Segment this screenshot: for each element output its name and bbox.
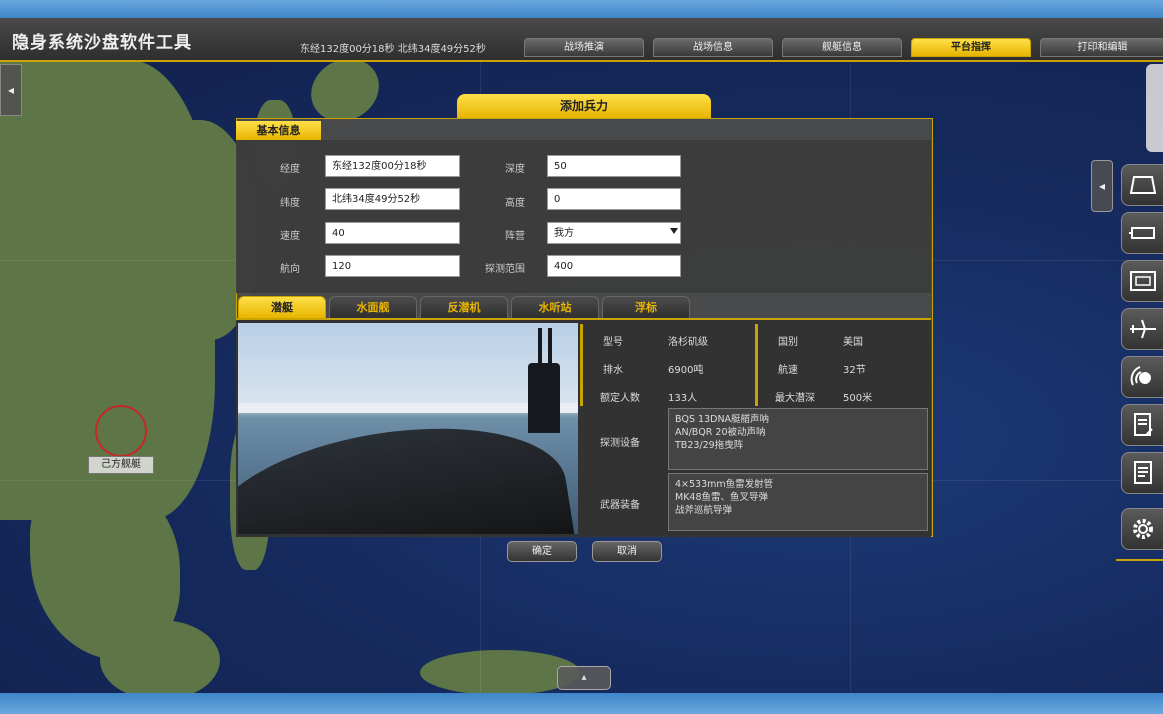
left-panel-toggle[interactable]: ◂ bbox=[0, 64, 22, 116]
right-toolbar-toggle[interactable]: ◂ bbox=[1091, 160, 1113, 212]
lon-input[interactable]: 东经132度00分18秒 bbox=[325, 155, 460, 177]
report-edit-icon bbox=[1134, 413, 1153, 436]
max-speed-value: 32节 bbox=[843, 365, 866, 376]
top-tab-battle-sim[interactable]: 战场推演 bbox=[524, 38, 644, 57]
max-depth-label: 最大潜深 bbox=[775, 393, 815, 404]
tab-buoy[interactable]: 浮标 bbox=[602, 296, 690, 319]
side-select-value: 我方 bbox=[554, 228, 574, 239]
cancel-button[interactable]: 取消 bbox=[592, 541, 662, 562]
sonar-line: BQS 13DNA艇艏声呐 bbox=[675, 414, 770, 425]
sensor-range-label: 探测范围 bbox=[485, 264, 525, 275]
top-tab-platform-command[interactable]: 平台指挥 bbox=[911, 38, 1031, 57]
max-depth-value: 500米 bbox=[843, 393, 873, 404]
tool-ruler-button[interactable] bbox=[1121, 212, 1163, 254]
height-input[interactable]: 0 bbox=[547, 188, 681, 210]
chevron-left-icon: ◂ bbox=[1098, 179, 1106, 193]
weapon-equipment-box: 4×533mm鱼雷发射管 MK48鱼雷、鱼叉导弹 战斧巡航导弹 bbox=[668, 473, 928, 531]
photo-submarine-sail bbox=[528, 363, 560, 433]
window-frame-top bbox=[0, 0, 1163, 18]
sonar-line: AN/BQR 20被动声呐 bbox=[675, 427, 766, 438]
crew-value: 133人 bbox=[668, 393, 698, 404]
ship-outline-icon bbox=[1129, 176, 1157, 194]
gear-icon bbox=[1133, 519, 1153, 539]
top-tab-print-edit[interactable]: 打印和编辑 bbox=[1040, 38, 1163, 57]
lat-label: 纬度 bbox=[280, 198, 300, 209]
country-value: 美国 bbox=[843, 337, 863, 348]
sonar-equipment-box: BQS 13DNA艇艏声呐 AN/BQR 20被动声呐 TB23/29拖曳阵 bbox=[668, 408, 928, 470]
crew-label: 额定人数 bbox=[600, 393, 640, 404]
landmass-newguinea bbox=[420, 650, 580, 693]
submarine-photo bbox=[238, 323, 578, 534]
bottom-panel-toggle[interactable]: ▴ bbox=[557, 666, 611, 690]
tab-surface-ship[interactable]: 水面舰 bbox=[329, 296, 417, 319]
course-label: 航向 bbox=[280, 264, 300, 275]
top-tab-battle-info[interactable]: 战场信息 bbox=[653, 38, 773, 57]
lat-input[interactable]: 北纬34度49分52秒 bbox=[325, 188, 460, 210]
tool-sonar-button[interactable] bbox=[1121, 356, 1163, 398]
depth-label: 深度 bbox=[505, 164, 525, 175]
tonnage-label: 排水 bbox=[603, 365, 623, 376]
speed-label: 速度 bbox=[280, 231, 300, 242]
max-speed-label: 航速 bbox=[778, 365, 798, 376]
chevron-left-icon: ◂ bbox=[7, 83, 15, 97]
tool-report-edit-button[interactable] bbox=[1121, 404, 1163, 446]
weapon-label: 武器装备 bbox=[600, 500, 640, 511]
sensor-range-input[interactable]: 400 bbox=[547, 255, 681, 277]
type-value: 洛杉矶级 bbox=[668, 337, 708, 348]
weapon-line: MK48鱼雷、鱼叉导弹 bbox=[675, 492, 769, 503]
type-label: 型号 bbox=[603, 337, 623, 348]
chevron-up-icon: ▴ bbox=[581, 672, 587, 683]
document-icon bbox=[1134, 461, 1152, 484]
app-title: 隐身系统沙盘软件工具 bbox=[12, 33, 192, 53]
dialog-title: 添加兵力 bbox=[457, 94, 711, 118]
tool-ship-outline-button[interactable] bbox=[1121, 164, 1163, 206]
coordinate-readout: 东经132度00分18秒 北纬34度49分52秒 bbox=[300, 44, 486, 55]
tonnage-value: 6900吨 bbox=[668, 365, 704, 376]
side-select[interactable]: 我方 bbox=[547, 222, 681, 244]
toolbar-divider bbox=[1116, 559, 1163, 561]
sonar-icon bbox=[1130, 366, 1151, 386]
tab-hydrophone-station[interactable]: 水听站 bbox=[511, 296, 599, 319]
info-divider bbox=[580, 324, 583, 406]
title-bar: 隐身系统沙盘软件工具 东经132度00分18秒 北纬34度49分52秒 战场推演… bbox=[0, 18, 1163, 62]
height-label: 高度 bbox=[505, 198, 525, 209]
weapon-line: 战斧巡航导弹 bbox=[675, 505, 733, 516]
unit-marker-circle[interactable] bbox=[95, 405, 147, 457]
country-label: 国别 bbox=[778, 337, 798, 348]
tool-aircraft-button[interactable] bbox=[1121, 308, 1163, 350]
app-window: 己方舰艇 隐身系统沙盘软件工具 东经132度00分18秒 北纬34度49分52秒… bbox=[0, 18, 1163, 693]
tool-radar-panel-button[interactable] bbox=[1121, 260, 1163, 302]
unit-marker-label[interactable]: 己方舰艇 bbox=[88, 456, 154, 474]
sonar-line: TB23/29拖曳阵 bbox=[675, 440, 744, 451]
basic-info-tab[interactable]: 基本信息 bbox=[236, 121, 321, 140]
landmass-borneo bbox=[100, 620, 220, 693]
chevron-down-icon bbox=[670, 228, 678, 234]
tab-submarine[interactable]: 潜艇 bbox=[238, 296, 326, 319]
photo-submarine-hull bbox=[238, 405, 578, 534]
weapon-line: 4×533mm鱼雷发射管 bbox=[675, 479, 774, 490]
top-tab-ship-info[interactable]: 舰艇信息 bbox=[782, 38, 902, 57]
settings-button[interactable] bbox=[1121, 508, 1163, 550]
photo-ice-field bbox=[238, 403, 578, 413]
radar-panel-icon bbox=[1130, 271, 1156, 291]
speed-input[interactable]: 40 bbox=[325, 222, 460, 244]
sonar-label: 探测设备 bbox=[600, 438, 640, 449]
tool-document-button[interactable] bbox=[1121, 452, 1163, 494]
photo-mast bbox=[548, 328, 552, 368]
photo-mast bbox=[538, 328, 542, 368]
side-label: 阵营 bbox=[505, 231, 525, 242]
lon-label: 经度 bbox=[280, 164, 300, 175]
ok-button[interactable]: 确定 bbox=[507, 541, 577, 562]
ruler-icon bbox=[1129, 227, 1155, 239]
right-panel-tab[interactable] bbox=[1146, 64, 1163, 152]
tab-asw-aircraft[interactable]: 反潜机 bbox=[420, 296, 508, 319]
course-input[interactable]: 120 bbox=[325, 255, 460, 277]
aircraft-icon bbox=[1130, 319, 1156, 339]
depth-input[interactable]: 50 bbox=[547, 155, 681, 177]
info-divider bbox=[755, 324, 758, 406]
window-frame-bottom bbox=[0, 693, 1163, 714]
